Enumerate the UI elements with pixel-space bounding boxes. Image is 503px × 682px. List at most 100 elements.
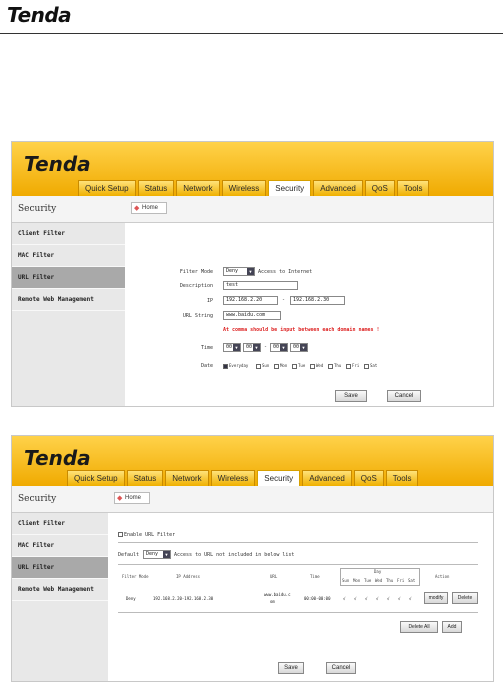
row-check-tue: √ [365, 596, 368, 601]
sidebar-item-client-filter[interactable]: Client Filter [12, 223, 125, 245]
row-ip-range: 192.168.2.20-192.168.2.30 [153, 596, 214, 601]
main-nav-tabs: Quick Setup Status Network Wireless Secu… [67, 470, 419, 486]
save-button[interactable]: Save [278, 662, 304, 674]
time-start-minute-select[interactable]: 00 ▼ [243, 343, 261, 352]
tab-tools[interactable]: Tools [385, 470, 419, 486]
col-header-ip-address: IP Address [176, 574, 201, 579]
delete-button[interactable]: Delete [452, 592, 478, 604]
time-start-hour-value: 00 [226, 344, 233, 350]
cancel-button[interactable]: Cancel [387, 390, 421, 402]
day-checkbox-everyday[interactable]: Everyday [223, 363, 248, 369]
screenshot-url-filter-edit: Tenda Quick Setup Status Network Wireles… [11, 141, 494, 407]
divider [118, 564, 478, 565]
tab-wireless[interactable]: Wireless [210, 470, 256, 486]
main-panel: ◆ Home Enable URL Filter Default Deny ▼ Ac… [108, 486, 493, 681]
delete-all-button[interactable]: Delete All [400, 621, 438, 633]
sidebar-item-client-filter[interactable]: Client Filter [12, 513, 108, 535]
tab-security[interactable]: Security [268, 180, 312, 196]
ip-end-input[interactable]: 192.168.2.30 [290, 296, 345, 305]
ip-label: IP [206, 298, 213, 304]
sidebar: Security Client Filter MAC Filter URL Fi… [12, 486, 108, 681]
sidebar-item-url-filter[interactable]: URL Filter [12, 557, 108, 579]
day-checkbox-sat[interactable]: Sat [364, 363, 377, 369]
cancel-button[interactable]: Cancel [326, 662, 356, 674]
header-banner: Tenda Quick Setup Status Network Wireles… [12, 142, 493, 196]
day-head-tue: Tue [364, 578, 372, 583]
default-policy-select[interactable]: Deny ▼ [143, 550, 171, 559]
time-end-minute-select[interactable]: 00 ▼ [290, 343, 308, 352]
tab-advanced[interactable]: Advanced [313, 180, 363, 196]
tab-status[interactable]: Status [137, 180, 175, 196]
tab-security[interactable]: Security [257, 470, 301, 486]
day-checkbox-fri[interactable]: Fri [346, 363, 359, 369]
url-string-label: URL String [182, 313, 213, 319]
divider [118, 612, 478, 613]
description-input[interactable]: test [223, 281, 298, 290]
save-button[interactable]: Save [335, 390, 367, 402]
sidebar-item-remote-web-management[interactable]: Remote Web Management [12, 579, 108, 601]
ip-start-input[interactable]: 192.168.2.20 [223, 296, 278, 305]
tab-qos[interactable]: QoS [353, 470, 384, 486]
enable-url-filter-checkbox[interactable]: Enable URL Filter [118, 532, 175, 538]
col-header-url: URL [270, 574, 278, 579]
enable-url-filter-label: Enable URL Filter [124, 532, 176, 538]
row-check-thu: √ [387, 596, 390, 601]
main-nav-tabs: Quick Setup Status Network Wireless Secu… [78, 180, 430, 196]
day-checkbox-sun[interactable]: Sun [256, 363, 269, 369]
home-button[interactable]: ◆ Home [114, 492, 151, 504]
day-checkbox-mon[interactable]: Mon [274, 363, 287, 369]
document-header: Tenda [0, 0, 503, 34]
time-start-minute-value: 00 [246, 344, 253, 350]
tab-qos[interactable]: QoS [364, 180, 395, 196]
time-end-hour-select[interactable]: 00 ▼ [270, 343, 288, 352]
checkbox-icon [292, 363, 297, 369]
tab-advanced[interactable]: Advanced [302, 470, 352, 486]
sidebar-title: Security [12, 196, 125, 223]
filter-mode-select[interactable]: Deny ▼ [223, 267, 255, 276]
sidebar-item-mac-filter[interactable]: MAC Filter [12, 245, 125, 267]
description-label: Description [179, 283, 213, 289]
filter-mode-suffix: Access to Internet [258, 269, 313, 275]
col-header-day: Day [374, 569, 382, 574]
tab-status[interactable]: Status [126, 470, 164, 486]
row-url-line1: www.baidu.c [264, 592, 291, 597]
chevron-down-icon: ▼ [163, 551, 170, 558]
modify-button[interactable]: modify [424, 592, 448, 604]
checkbox-icon [274, 363, 279, 369]
sidebar-item-url-filter[interactable]: URL Filter [12, 267, 125, 289]
chevron-down-icon: ▼ [300, 344, 307, 351]
date-label: Date [200, 363, 213, 369]
sidebar-item-remote-web-management[interactable]: Remote Web Management [12, 289, 125, 311]
filter-mode-value: Deny [226, 268, 239, 274]
home-button[interactable]: ◆ Home [131, 202, 168, 214]
home-label: Home [142, 205, 159, 211]
day-label: Mon [280, 363, 288, 368]
filter-mode-label: Filter Mode [179, 269, 213, 275]
url-warning-text: At comma should be input between each do… [223, 327, 380, 333]
tab-quick-setup[interactable]: Quick Setup [67, 470, 125, 486]
day-checkbox-tue[interactable]: Tue [292, 363, 305, 369]
tab-quick-setup[interactable]: Quick Setup [78, 180, 136, 196]
url-string-input[interactable]: www.baidu.com [223, 311, 281, 320]
checkbox-icon [328, 363, 333, 369]
screenshot-url-filter-list: Tenda Quick Setup Status Network Wireles… [11, 435, 494, 682]
add-button[interactable]: Add [442, 621, 462, 633]
tab-wireless[interactable]: Wireless [221, 180, 267, 196]
tab-network[interactable]: Network [165, 470, 209, 486]
time-label: Time [200, 345, 213, 351]
default-policy-label: Default [118, 552, 140, 558]
col-header-filter-mode: Filter Mode [122, 574, 149, 579]
row-check-mon: √ [354, 596, 357, 601]
checkbox-icon [118, 532, 123, 537]
document-logo: Tenda [7, 3, 72, 27]
day-checkbox-wed[interactable]: Wed [310, 363, 323, 369]
sidebar-item-mac-filter[interactable]: MAC Filter [12, 535, 108, 557]
tab-tools[interactable]: Tools [396, 180, 430, 196]
day-head-sat: Sat [408, 578, 416, 583]
day-label: Sat [370, 363, 378, 368]
tab-network[interactable]: Network [176, 180, 220, 196]
row-check-fri: √ [398, 596, 401, 601]
day-checkbox-thu[interactable]: Thu [328, 363, 341, 369]
col-header-action: Action [435, 574, 450, 579]
time-start-hour-select[interactable]: 00 ▼ [223, 343, 241, 352]
